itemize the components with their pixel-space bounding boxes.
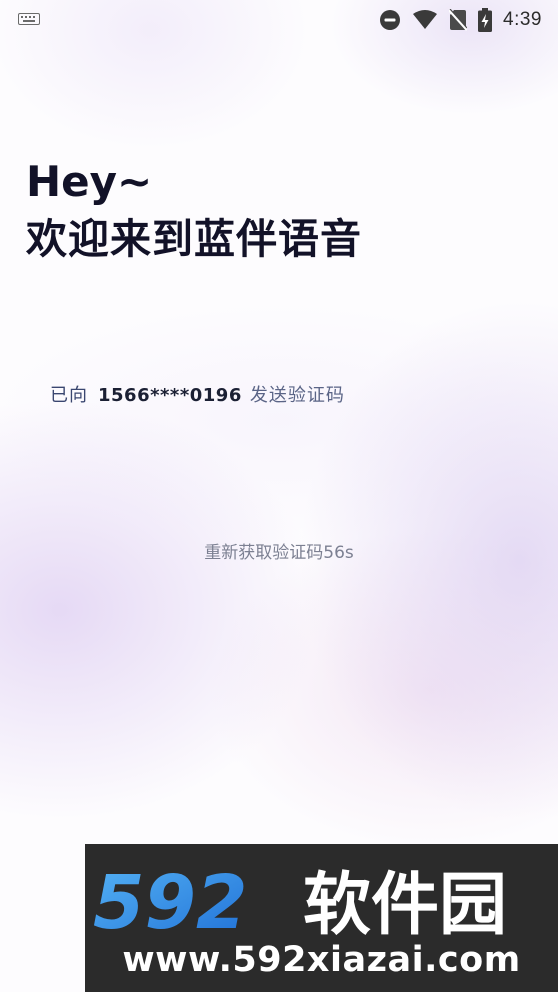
code-sent-info: 已向 1566****0196 发送验证码	[50, 384, 345, 408]
svg-text:592: 592	[93, 860, 247, 940]
greeting-title: Hey~	[26, 157, 153, 206]
resend-code-button[interactable]: 重新获取验证码56s	[0, 538, 558, 563]
sent-prefix: 已向	[50, 385, 88, 406]
svg-text:软件园: 软件园	[303, 866, 507, 940]
sent-suffix: 发送验证码	[249, 385, 345, 406]
no-sim-icon	[449, 9, 468, 31]
wifi-icon	[413, 10, 438, 29]
watermark-logo: 592 软件园	[93, 860, 507, 940]
do-not-disturb-icon	[380, 10, 401, 30]
watermark-url: www.592xiazai.com	[122, 940, 521, 980]
status-icons: 4:39	[379, 6, 542, 34]
battery-charging-icon	[478, 8, 493, 32]
keyboard-icon	[18, 13, 40, 25]
watermark-banner: 592 软件园 www.592xiazai.com	[85, 844, 558, 992]
status-bar: 4:39	[0, 0, 558, 40]
welcome-title: 欢迎来到蓝伴语音	[26, 215, 362, 263]
status-time: 4:39	[503, 9, 542, 30]
masked-phone-number: 1566****0196	[98, 385, 242, 406]
